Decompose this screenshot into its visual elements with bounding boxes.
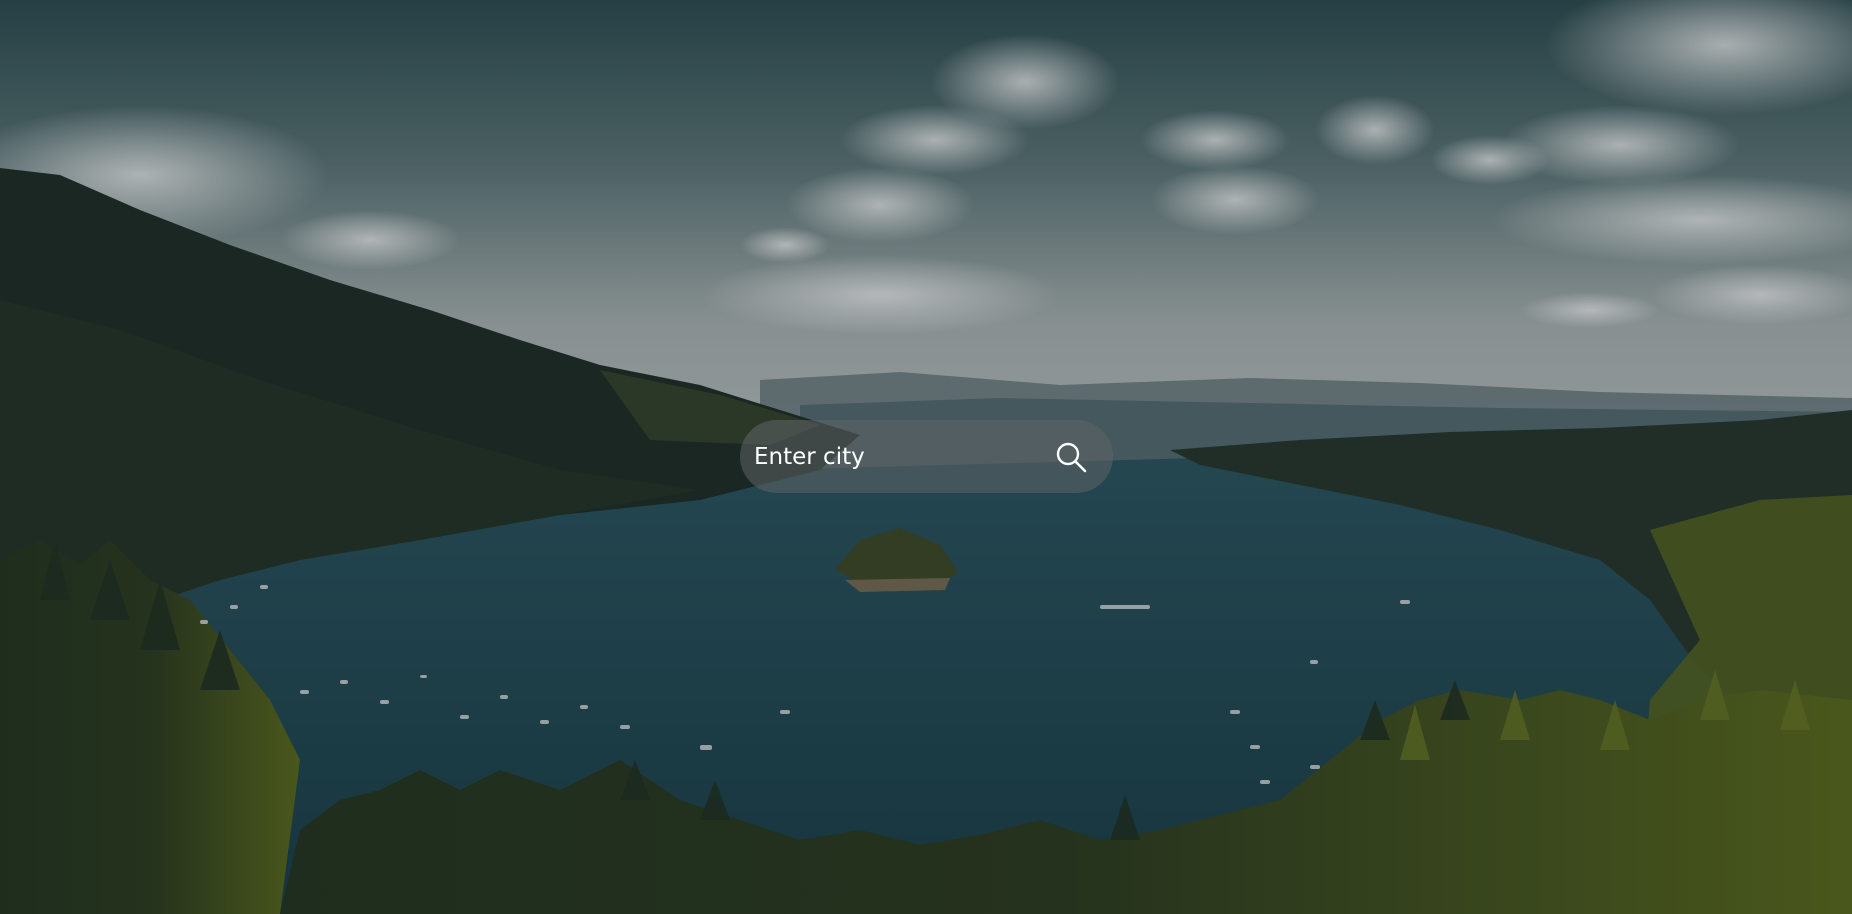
search-button[interactable] bbox=[1047, 430, 1095, 484]
city-search-bar bbox=[740, 420, 1113, 493]
search-icon bbox=[1056, 442, 1087, 472]
weather-app bbox=[0, 0, 1852, 914]
city-search-input[interactable] bbox=[740, 420, 1047, 493]
